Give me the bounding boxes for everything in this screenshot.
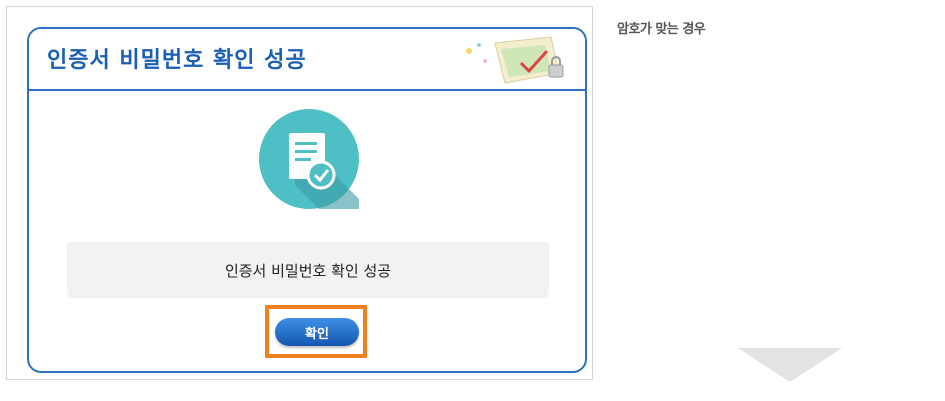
- confirm-button[interactable]: 확인: [275, 318, 359, 346]
- document-lock-icon: [466, 36, 564, 84]
- dialog-header: 인증서 비밀번호 확인 성공: [29, 29, 585, 91]
- down-arrow-icon: [738, 348, 842, 382]
- screenshot-frame: 인증서 비밀번호 확인 성공 인증서 비밀번호 확인 성공 확인: [6, 6, 593, 380]
- document-check-icon: [259, 109, 359, 209]
- side-caption: 암호가 맞는 경우: [617, 22, 706, 37]
- message-text: 인증서 비밀번호 확인 성공: [224, 261, 392, 280]
- certificate-password-dialog: 인증서 비밀번호 확인 성공 인증서 비밀번호 확인 성공 확인: [27, 27, 587, 373]
- message-box: 인증서 비밀번호 확인 성공: [67, 242, 549, 298]
- dialog-title: 인증서 비밀번호 확인 성공: [47, 48, 307, 73]
